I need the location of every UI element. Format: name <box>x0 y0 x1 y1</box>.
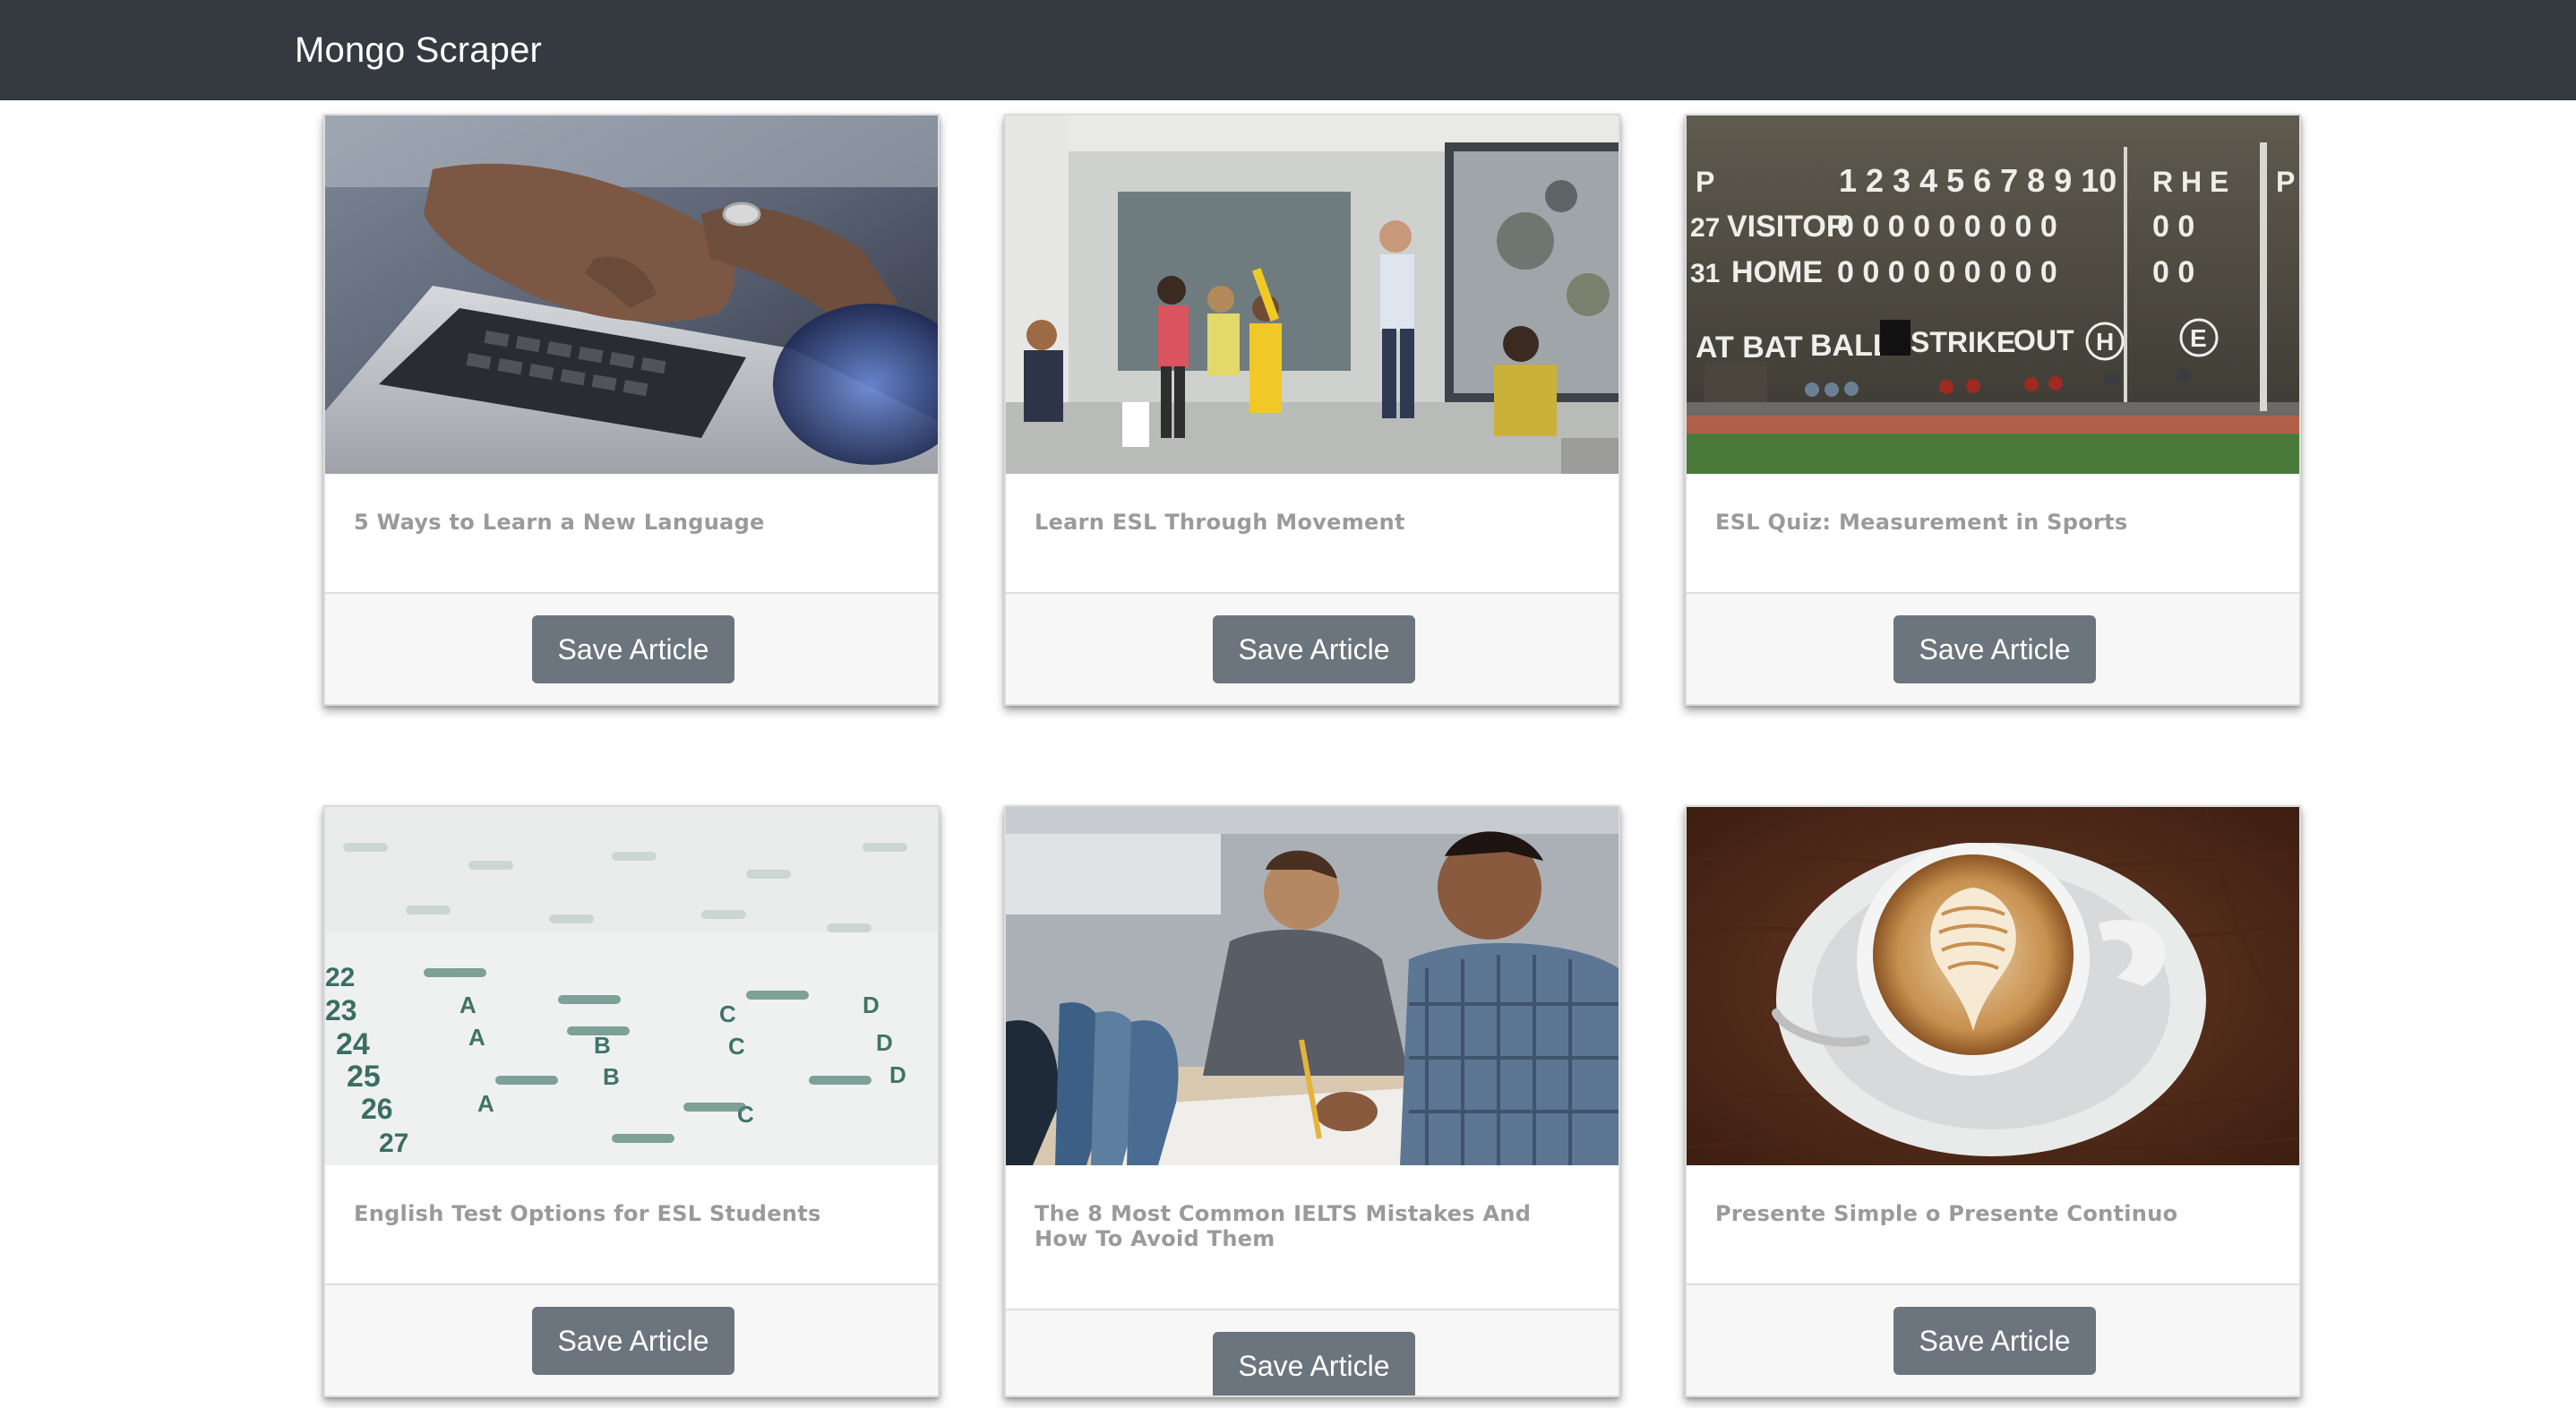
scoreboard-ball: BALL <box>1810 329 1892 363</box>
scoreboard-out: OUT <box>2014 324 2074 356</box>
article-image-classroom[interactable] <box>1006 116 1619 474</box>
scoreboard-rhe: R H E <box>2152 166 2228 198</box>
save-article-button[interactable]: Save Article <box>1893 1307 2096 1375</box>
scoreboard-strike: STRIKE <box>1911 326 2015 358</box>
article-image-laptop-typing[interactable] <box>325 116 938 474</box>
article-title[interactable]: English Test Options for ESL Students <box>354 1201 909 1226</box>
scoreboard-home-label: HOME <box>1731 255 1823 289</box>
answer-option-letter: A <box>468 1024 485 1051</box>
scoreboard-header-p2: P <box>2276 166 2295 198</box>
card-footer: Save Article <box>325 1284 938 1395</box>
article-title[interactable]: ESL Quiz: Measurement in Sports <box>1715 510 2271 535</box>
answer-row-number: 22 <box>325 963 355 992</box>
article-card: The 8 Most Common IELTS Mistakes And How… <box>1004 805 1620 1397</box>
article-card: Presente Simple o Presente Continuo Save… <box>1685 805 2301 1397</box>
answer-option-letter: B <box>603 1063 620 1090</box>
answer-option-letter: C <box>728 1033 745 1060</box>
navbar: Mongo Scraper <box>0 0 2576 100</box>
scoreboard-visitor-label: VISITOR <box>1727 210 1848 244</box>
article-title[interactable]: 5 Ways to Learn a New Language <box>354 510 909 535</box>
article-title[interactable]: Learn ESL Through Movement <box>1035 510 1590 535</box>
article-card: P 1 2 3 4 5 6 7 8 9 10 R H E P 27 VISITO… <box>1685 114 2301 706</box>
save-article-button[interactable]: Save Article <box>532 615 734 683</box>
scoreboard-e-mark: E <box>2190 324 2207 352</box>
article-image-answer-sheet[interactable]: 22 23 24 25 26 27 A A B B A C C C D D D <box>325 807 938 1165</box>
scoreboard-header-p: P <box>1696 166 1714 198</box>
article-title[interactable]: The 8 Most Common IELTS Mistakes And How… <box>1035 1201 1590 1251</box>
answer-row-number: 27 <box>379 1129 408 1158</box>
answer-option-letter: D <box>889 1061 906 1088</box>
answer-row-number: 23 <box>325 994 357 1026</box>
answer-row-number: 26 <box>361 1093 393 1125</box>
save-article-button[interactable]: Save Article <box>532 1307 734 1375</box>
article-card: 22 23 24 25 26 27 A A B B A C C C D D D <box>323 805 940 1397</box>
article-card: Learn ESL Through Movement Save Article <box>1004 114 1620 706</box>
scoreboard-home-scores: 0 0 0 0 0 0 0 0 0 <box>1837 255 2057 289</box>
article-image-latte-cup[interactable] <box>1687 807 2299 1165</box>
card-footer: Save Article <box>1006 1309 1619 1395</box>
article-image-scoreboard[interactable]: P 1 2 3 4 5 6 7 8 9 10 R H E P 27 VISITO… <box>1687 116 2299 474</box>
scoreboard-home-rhe: 0 0 <box>2152 255 2194 289</box>
navbar-brand[interactable]: Mongo Scraper <box>295 25 542 75</box>
answer-option-letter: D <box>876 1029 893 1056</box>
card-footer: Save Article <box>325 592 938 704</box>
scoreboard-visitor-rhe: 0 0 <box>2152 210 2194 244</box>
article-title[interactable]: Presente Simple o Presente Continuo <box>1715 1201 2271 1226</box>
card-footer: Save Article <box>1687 1284 2299 1395</box>
scoreboard-visitor-scores: 0 0 0 0 0 0 0 0 0 <box>1837 210 2057 244</box>
scoreboard-home-number: 31 <box>1690 259 1720 288</box>
scoreboard-h-mark: H <box>2096 328 2114 356</box>
answer-row-number: 24 <box>336 1027 370 1061</box>
scoreboard-innings: 1 2 3 4 5 6 7 8 9 10 <box>1839 162 2117 199</box>
scoreboard-visitor-number: 27 <box>1690 213 1720 243</box>
answer-row-number: 25 <box>347 1060 381 1094</box>
answer-option-letter: C <box>719 1000 736 1027</box>
scoreboard-at-bat: AT BAT <box>1696 331 1803 365</box>
card-footer: Save Article <box>1687 592 2299 704</box>
article-card: 5 Ways to Learn a New Language Save Arti… <box>323 114 940 706</box>
save-article-button[interactable]: Save Article <box>1213 615 1415 683</box>
save-article-button[interactable]: Save Article <box>1213 1332 1415 1395</box>
answer-option-letter: A <box>459 992 477 1018</box>
card-footer: Save Article <box>1006 592 1619 704</box>
save-article-button[interactable]: Save Article <box>1893 615 2096 683</box>
article-image-students-exam[interactable] <box>1006 807 1619 1165</box>
answer-option-letter: D <box>863 992 880 1018</box>
answer-option-letter: B <box>594 1032 611 1059</box>
answer-option-letter: A <box>477 1090 494 1117</box>
